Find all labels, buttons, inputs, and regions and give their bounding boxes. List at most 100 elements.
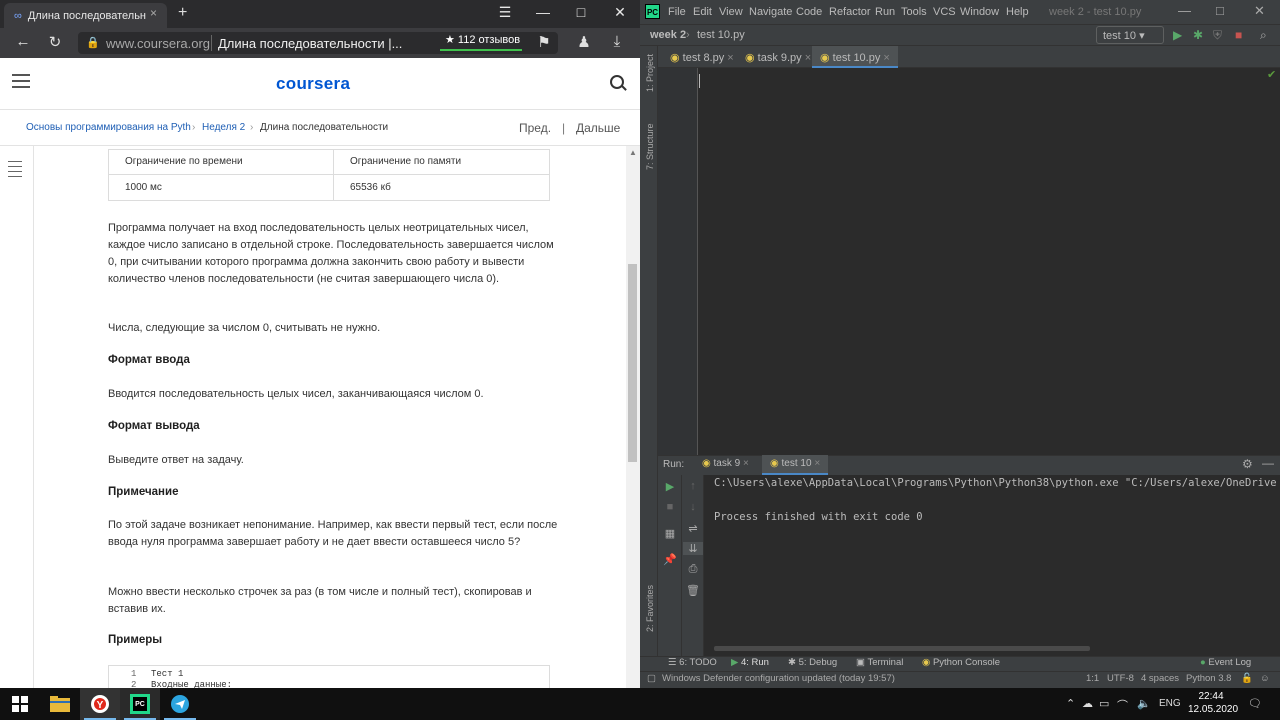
- debug-tool-button[interactable]: ✱ 5: Debug: [788, 657, 837, 668]
- run-configuration-select[interactable]: test 10 ▾: [1096, 26, 1164, 44]
- outline-list-icon[interactable]: [8, 161, 22, 177]
- indent-setting[interactable]: 4 spaces: [1141, 673, 1179, 684]
- extension-icon[interactable]: ♟: [573, 33, 595, 51]
- print-icon[interactable]: ⎙: [683, 563, 703, 576]
- scroll-down-arrow-icon[interactable]: ↓: [683, 501, 703, 513]
- start-button[interactable]: [0, 688, 40, 720]
- status-message[interactable]: Windows Defender configuration updated (…: [662, 673, 895, 684]
- breadcrumb-week[interactable]: Неделя 2: [202, 122, 245, 133]
- scroll-up-icon[interactable]: ▲: [629, 148, 637, 157]
- menu-refactor[interactable]: Refactor: [829, 6, 871, 18]
- trash-icon[interactable]: 🗑: [683, 584, 703, 597]
- lock-status-icon[interactable]: 🔓: [1241, 673, 1253, 684]
- menu-window[interactable]: Window: [960, 6, 999, 18]
- menu-file[interactable]: File: [668, 6, 686, 18]
- event-log-button[interactable]: ● Event Log: [1200, 657, 1251, 668]
- menu-navigate[interactable]: Navigate: [749, 6, 792, 18]
- download-icon[interactable]: ⤓: [606, 33, 628, 50]
- menu-help[interactable]: Help: [1006, 6, 1029, 18]
- menu-code[interactable]: Code: [796, 6, 822, 18]
- reload-icon[interactable]: ↻: [44, 33, 66, 51]
- menu-tools[interactable]: Tools: [901, 6, 927, 18]
- menu-run[interactable]: Run: [875, 6, 895, 18]
- onedrive-cloud-icon[interactable]: ☁: [1082, 697, 1093, 710]
- yandex-browser-button[interactable]: Y: [80, 688, 120, 720]
- menu-view[interactable]: View: [719, 6, 743, 18]
- tray-overflow-icon[interactable]: ⌃: [1066, 697, 1075, 710]
- run-tab-active[interactable]: ◉ test 10 ×: [762, 455, 829, 475]
- next-button[interactable]: Дальше: [576, 121, 620, 135]
- editor-tab[interactable]: ◉ task 9.py ×: [737, 46, 819, 68]
- settings-gear-icon[interactable]: ⚙: [1242, 457, 1253, 471]
- menu-edit[interactable]: Edit: [693, 6, 712, 18]
- search-everywhere-icon[interactable]: ⌕: [1260, 28, 1267, 43]
- debug-bug-icon[interactable]: ✱: [1193, 28, 1203, 42]
- console-horizontal-scrollbar[interactable]: [714, 646, 1090, 651]
- notifications-icon[interactable]: 🗨: [1248, 697, 1262, 710]
- scroll-up-arrow-icon[interactable]: ↑: [683, 480, 703, 492]
- volume-icon[interactable]: 🔈: [1137, 697, 1151, 710]
- system-clock[interactable]: 22:44 12.05.2020: [1188, 690, 1238, 716]
- new-tab-button[interactable]: +: [178, 4, 187, 22]
- menu-vcs[interactable]: VCS: [933, 6, 956, 18]
- stop-run-icon[interactable]: ■: [660, 501, 680, 513]
- breadcrumb-course[interactable]: Основы программирования на Pyth: [26, 122, 191, 133]
- editor-tab-active[interactable]: ◉ test 10.py ×: [812, 46, 898, 68]
- file-encoding[interactable]: UTF-8: [1107, 673, 1134, 684]
- rerun-icon[interactable]: ▶: [660, 480, 680, 493]
- terminal-tool-button[interactable]: ▣ Terminal: [856, 657, 903, 668]
- run-console[interactable]: [704, 475, 1280, 656]
- pycharm-taskbar-button[interactable]: PC: [120, 688, 160, 720]
- run-tab[interactable]: ◉ task 9 ×: [694, 455, 757, 475]
- stop-icon[interactable]: ■: [1235, 28, 1242, 42]
- python-console-tool-button[interactable]: ◉ Python Console: [922, 657, 1000, 668]
- network-icon[interactable]: ⌒: [1117, 697, 1128, 713]
- todo-tool-button[interactable]: ☰ 6: TODO: [668, 657, 717, 668]
- browser-close-button[interactable]: ✕: [605, 4, 635, 21]
- reviews-badge[interactable]: ★ 112 отзывов: [440, 33, 522, 51]
- page-scrollbar-thumb[interactable]: [628, 264, 637, 462]
- lock-icon[interactable]: 🔒: [86, 36, 100, 49]
- nav-file[interactable]: test 10.py: [697, 29, 745, 41]
- status-window-icon[interactable]: ▢: [647, 673, 656, 684]
- favorites-tool-tab[interactable]: 2: Favorites: [645, 585, 655, 632]
- browser-menu-button[interactable]: ☰: [490, 4, 520, 21]
- ide-close-button[interactable]: ✕: [1254, 3, 1265, 19]
- ide-minimize-button[interactable]: —: [1178, 3, 1191, 18]
- input-language[interactable]: ENG: [1159, 698, 1181, 709]
- project-tool-tab[interactable]: 1: Project: [645, 54, 655, 92]
- coverage-icon[interactable]: ⛨: [1213, 28, 1222, 43]
- pin-icon[interactable]: 📌: [660, 553, 680, 566]
- browser-maximize-button[interactable]: □: [566, 4, 596, 20]
- tab-close-icon[interactable]: ×: [150, 6, 157, 20]
- run-play-icon[interactable]: ▶: [1173, 28, 1182, 42]
- browser-tab[interactable]: ∞ Длина последовательн: [4, 3, 167, 28]
- caret-position[interactable]: 1:1: [1086, 673, 1099, 684]
- python-interpreter[interactable]: Python 3.8: [1186, 673, 1231, 684]
- browser-minimize-button[interactable]: —: [528, 4, 558, 20]
- battery-icon[interactable]: ▭: [1099, 697, 1109, 710]
- nav-project[interactable]: week 2: [650, 29, 686, 41]
- code-editor[interactable]: [658, 68, 1280, 456]
- file-explorer-button[interactable]: [40, 688, 80, 720]
- editor-tab[interactable]: ◉ test 8.py ×: [662, 46, 742, 68]
- scroll-to-end-icon[interactable]: ⇊: [683, 542, 703, 555]
- prev-button[interactable]: Пред.: [519, 121, 551, 135]
- inspector-icon[interactable]: ☺: [1260, 673, 1270, 684]
- telegram-button[interactable]: [160, 688, 200, 720]
- hide-panel-icon[interactable]: —: [1262, 456, 1274, 470]
- coursera-logo[interactable]: coursera: [276, 74, 350, 94]
- layout-icon[interactable]: ▦: [660, 527, 680, 540]
- back-arrow-icon[interactable]: ←: [12, 33, 34, 50]
- run-tool-button[interactable]: ▶ 4: Run: [731, 657, 769, 668]
- bookmark-icon[interactable]: ⚑: [533, 33, 555, 51]
- soft-wrap-icon[interactable]: ⇌: [683, 522, 703, 535]
- ide-maximize-button[interactable]: □: [1216, 3, 1224, 18]
- tab-close-icon[interactable]: ×: [814, 458, 820, 469]
- structure-tool-tab[interactable]: 7: Structure: [645, 123, 655, 170]
- tab-close-icon[interactable]: ×: [743, 458, 749, 469]
- hamburger-menu-icon[interactable]: [12, 74, 30, 88]
- tab-close-icon[interactable]: ×: [727, 52, 733, 64]
- tab-close-icon[interactable]: ×: [883, 52, 889, 64]
- tab-close-icon[interactable]: ×: [805, 52, 811, 64]
